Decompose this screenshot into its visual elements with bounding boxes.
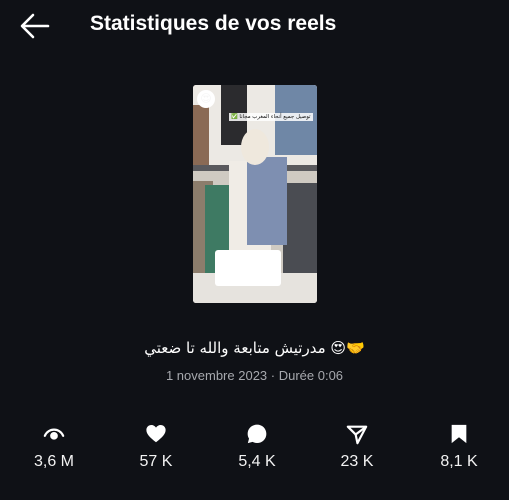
- share-icon: [346, 425, 368, 445]
- eye-icon: [43, 428, 65, 440]
- thumbnail-emoji-badge: 😍: [197, 90, 215, 108]
- reel-thumbnail[interactable]: 😍 توصيل جميع أنحاء المغرب مجانا ✅: [193, 85, 317, 303]
- arrow-left-icon: [20, 13, 50, 39]
- bookmark-icon: [451, 424, 467, 444]
- stat-likes-value: 57 K: [139, 453, 173, 470]
- comment-icon: [247, 424, 267, 444]
- stat-comments: 5,4 K: [217, 420, 297, 471]
- stat-saves-value: 8,1 K: [440, 453, 478, 470]
- stat-views: 3,6 M: [14, 420, 94, 471]
- back-button[interactable]: [18, 10, 52, 42]
- stats-row: 3,6 M 57 K 5,4 K 23 K 8,1 K: [0, 420, 509, 480]
- reel-date-duration: 1 novembre 2023 · Durée 0:06: [165, 368, 344, 383]
- header: Statistiques de vos reels: [0, 0, 509, 52]
- stat-likes: 57 K: [116, 420, 196, 471]
- stat-shares-value: 23 K: [340, 453, 374, 470]
- stat-saves: 8,1 K: [419, 420, 499, 471]
- heart-icon: [146, 425, 166, 443]
- reel-caption: مدرتيش متابعة والله تا ضعتي 😍🤝: [144, 339, 365, 357]
- page-title: Statistiques de vos reels: [90, 12, 337, 35]
- stat-shares: 23 K: [317, 420, 397, 471]
- stat-views-value: 3,6 M: [33, 453, 74, 470]
- thumbnail-banner-text: توصيل جميع أنحاء المغرب مجانا ✅: [229, 113, 313, 121]
- stat-comments-value: 5,4 K: [238, 453, 276, 470]
